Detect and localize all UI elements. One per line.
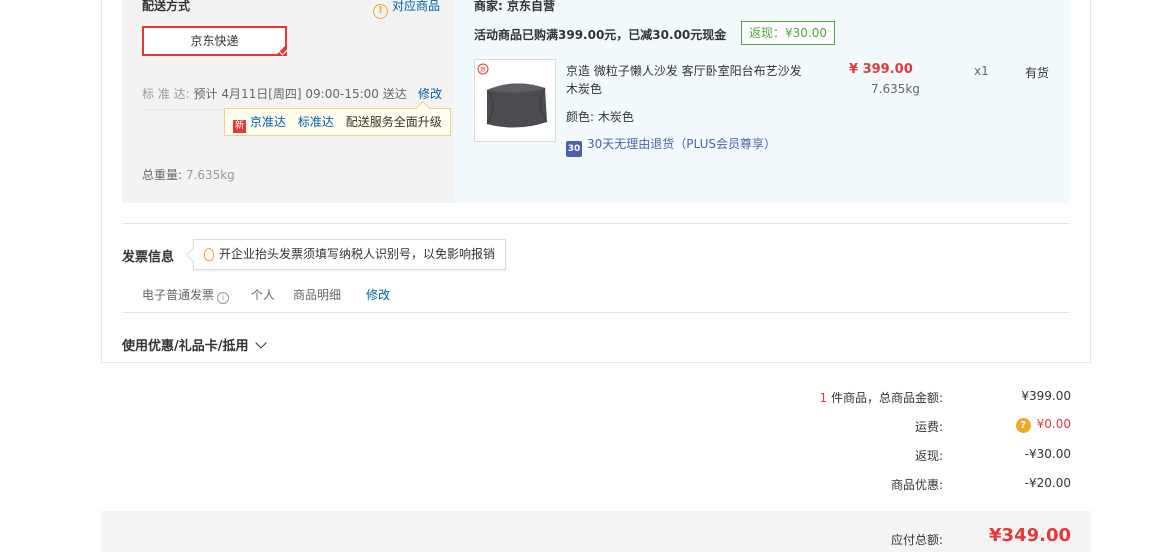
product-color: 颜色: 木炭色 <box>566 108 634 125</box>
total-weight-value: 7.635kg <box>185 168 235 182</box>
invoice-type-label: 电子普通发票 <box>142 288 215 302</box>
matching-products-label: 对应商品 <box>392 0 441 13</box>
rebate-label: 返现: <box>914 449 943 463</box>
rebate-value: -¥30.00 <box>1024 447 1071 461</box>
modify-delivery-link[interactable]: 修改 <box>418 85 442 102</box>
new-badge-icon: 新 <box>233 120 246 133</box>
beanbag-image: 京 <box>477 63 548 128</box>
shipping-section-title: 配送方式 <box>142 0 191 13</box>
item-count-label: 件商品，总商品金额: <box>830 391 943 405</box>
delivery-upgrade-tip: 新京准达 标准达 配送服务全面升级 <box>224 108 451 136</box>
coupon-section-title: 使用优惠/礼品卡/抵用 <box>122 339 249 354</box>
merchant-label: 商家: <box>474 0 503 13</box>
product-weight: 7.635kg <box>871 82 920 96</box>
discount-value: -¥20.00 <box>1024 476 1071 490</box>
standard-delivery-label: 标 准 达: <box>142 87 190 101</box>
product-price: ¥ 399.00 <box>849 62 913 77</box>
chevron-down-icon <box>254 337 267 349</box>
estimate-text: 预计 4月11日[周四] 09:00-15:00 送达 <box>193 87 407 101</box>
item-total-value: ¥399.00 <box>1021 389 1071 403</box>
matching-products-link[interactable]: ! 对应商品 <box>373 0 440 19</box>
product-name-line2[interactable]: 木炭色 <box>566 80 602 97</box>
shipping-method-option[interactable]: 京东快递 <box>142 26 287 56</box>
payable-amount: ¥349.00 <box>989 525 1071 546</box>
return-policy[interactable]: 30 30天无理由退货（PLUS会员尊享） <box>566 135 776 157</box>
modify-invoice-link[interactable]: 修改 <box>366 286 390 303</box>
total-weight-label: 总重量: <box>142 168 183 182</box>
info-icon[interactable]: i <box>217 292 230 304</box>
invoice-tip: 开企业抬头发票须填写纳税人识别号，以免影响报销 <box>193 239 507 270</box>
rebate-tag: 返现：¥30.00 <box>741 21 835 45</box>
invoice-top-divider <box>122 223 1070 224</box>
shipping-method-label: 京东快递 <box>190 34 239 48</box>
delivery-estimate: 标 准 达: 预计 4月11日[周四] 09:00-15:00 送达 <box>142 85 407 102</box>
svg-text:京: 京 <box>480 66 486 74</box>
merchant-name: 京东自营 <box>507 0 556 13</box>
invoice-title-type: 个人 <box>251 288 276 302</box>
item-count: 1 <box>819 391 828 405</box>
shipping-fee: ? ¥0.00 <box>1015 417 1071 433</box>
jd-precise-link[interactable]: 京准达 <box>250 115 286 129</box>
payable-label: 应付总额: <box>890 533 943 547</box>
stock-status: 有货 <box>1025 66 1050 80</box>
tip-text: 配送服务全面升级 <box>345 115 442 129</box>
lightbulb-icon <box>204 248 214 261</box>
invoice-content: 商品明细 <box>293 288 342 302</box>
shipping-fee-label: 运费: <box>914 420 943 434</box>
invoice-type: 电子普通发票 i <box>142 286 230 304</box>
product-quantity: x1 <box>974 64 989 78</box>
total-weight: 总重量: 7.635kg <box>142 166 235 183</box>
product-image[interactable]: 京 <box>474 59 556 142</box>
item-total-label: 1 件商品，总商品金额: <box>819 389 943 406</box>
promo-text: 活动商品已购满399.00元，已减30.00元现金 <box>474 28 727 42</box>
invoice-bottom-divider <box>122 312 1070 313</box>
help-icon[interactable]: ? <box>1015 418 1031 433</box>
return-30days-icon: 30 <box>566 141 582 157</box>
discount-label: 商品优惠: <box>890 478 943 492</box>
warning-icon: ! <box>373 4 388 19</box>
product-name-line1[interactable]: 京造 微粒子懒人沙发 客厅卧室阳台布艺沙发 <box>566 62 802 79</box>
merchant-info: 商家: 京东自营 <box>474 0 555 14</box>
coupon-toggle[interactable]: 使用优惠/礼品卡/抵用 <box>122 335 267 354</box>
return-policy-text: 30天无理由退货（PLUS会员尊享） <box>587 137 776 151</box>
invoice-section-title: 发票信息 <box>122 250 175 265</box>
color-value: 木炭色 <box>597 110 634 124</box>
selected-check-icon <box>275 44 287 56</box>
color-label: 颜色: <box>566 110 595 124</box>
jd-standard-link[interactable]: 标准达 <box>298 115 334 129</box>
shipping-fee-value: ¥0.00 <box>1036 417 1071 431</box>
invoice-tip-text: 开企业抬头发票须填写纳税人识别号，以免影响报销 <box>219 247 496 261</box>
